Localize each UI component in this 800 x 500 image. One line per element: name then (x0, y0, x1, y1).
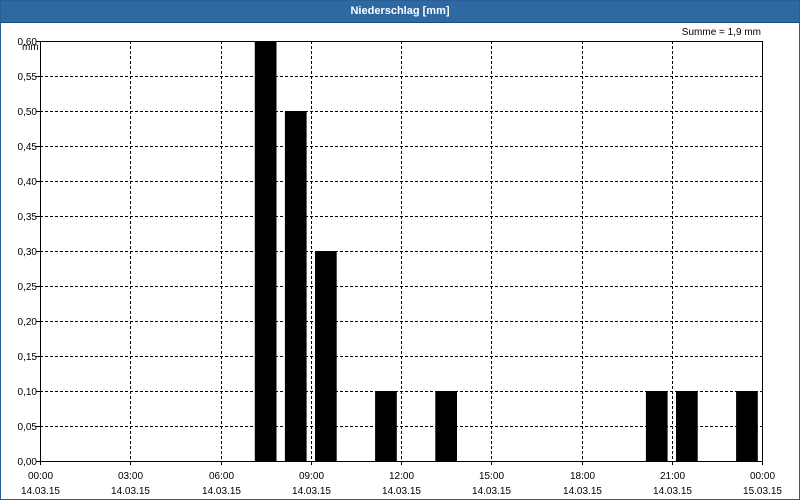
y-tick-label: 0,00 (18, 457, 38, 468)
bar (254, 41, 277, 461)
x-tick-date: 15.03.15 (743, 486, 782, 497)
x-tick-date: 14.03.15 (563, 486, 602, 497)
y-tick-label: 0,10 (18, 387, 38, 398)
y-tick-label: 0,50 (18, 107, 38, 118)
x-tick-time: 21:00 (660, 471, 685, 482)
x-tick-time: 06:00 (209, 471, 234, 482)
x-tick-date: 14.03.15 (653, 486, 692, 497)
x-tick-date: 14.03.15 (472, 486, 511, 497)
x-tick-time: 03:00 (118, 471, 143, 482)
bar (435, 391, 457, 461)
y-tick-label: 0,35 (18, 212, 38, 223)
bar (645, 391, 668, 461)
bar (315, 251, 337, 461)
y-tick-label: 0,15 (18, 352, 38, 363)
bar (676, 391, 698, 461)
x-tick-time: 00:00 (28, 471, 53, 482)
x-tick-time: 15:00 (479, 471, 504, 482)
x-tick-labels: 00:00 14.03.15 03:00 14.03.15 06:00 14.03.15 0… (21, 471, 782, 497)
y-tick-label: 0,40 (18, 177, 38, 188)
y-tick-labels: 0,00 0,05 0,10 0,15 0,20 0,25 0,30 0,35 0,40 0,45… (18, 37, 38, 468)
x-tick-time: 12:00 (389, 471, 414, 482)
bar (736, 391, 758, 461)
x-tick-date: 14.03.15 (111, 486, 150, 497)
x-tick-date: 14.03.15 (202, 486, 241, 497)
y-tick-label: 0,20 (18, 317, 38, 328)
y-tick-label: 0,30 (18, 247, 38, 258)
y-tick-label: 0,55 (18, 72, 38, 83)
y-axis-label: mm (22, 42, 39, 53)
x-tick-time: 09:00 (299, 471, 324, 482)
y-tick-label: 0,25 (18, 282, 38, 293)
bar (284, 111, 307, 461)
precipitation-chart: 0,00 0,05 0,10 0,15 0,20 0,25 0,30 0,35 0,40 0,45… (18, 37, 783, 497)
bar (375, 391, 397, 461)
y-tick-label: 0,45 (18, 142, 38, 153)
x-tick-time: 18:00 (570, 471, 595, 482)
x-tick-date: 14.03.15 (292, 486, 331, 497)
x-tick-time: 00:00 (750, 471, 775, 482)
y-tick-label: 0,05 (18, 422, 38, 433)
x-tick-date: 14.03.15 (382, 486, 421, 497)
x-tick-date: 14.03.15 (21, 486, 60, 497)
